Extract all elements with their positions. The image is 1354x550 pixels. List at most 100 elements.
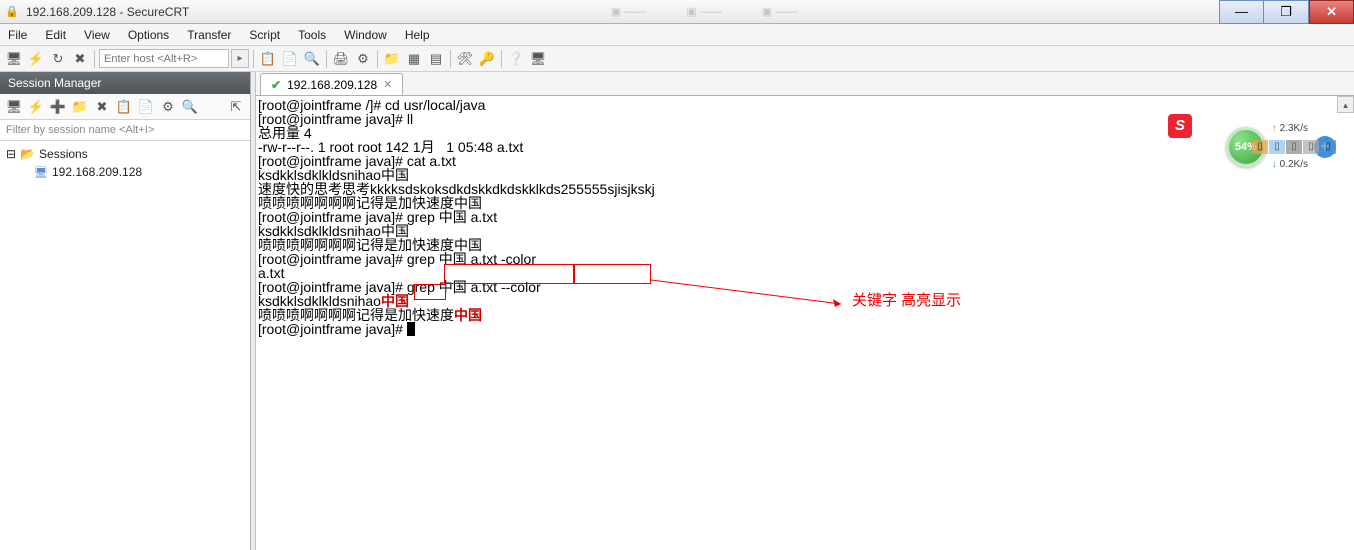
quick-connect-icon[interactable]: ⚡ <box>26 49 46 69</box>
sm-copy-icon[interactable]: 📋 <box>114 97 134 117</box>
menu-file[interactable]: File <box>8 28 27 42</box>
toolbar: 🖥 ⚡ ↻ ✖ ▸ 📋 📄 🔍 🖨 ⚙ 📁 ▦ ▤ 🛠 🔑 ❔ 🖥 <box>0 46 1354 72</box>
separator <box>377 50 378 68</box>
connect-icon[interactable]: 🖥 <box>4 49 24 69</box>
close-button[interactable]: ✕ <box>1309 0 1354 24</box>
terminal-line: 喷喷喷啊啊啊啊记得是加快速度中国 <box>258 308 1354 322</box>
sm-newfolder-icon[interactable]: 📁 <box>70 97 90 117</box>
paste-icon[interactable]: 📄 <box>280 49 300 69</box>
tab-close-icon[interactable]: ✕ <box>383 78 392 91</box>
sm-props-icon[interactable]: ⚙ <box>158 97 178 117</box>
sm-quick-icon[interactable]: ⚡ <box>26 97 46 117</box>
sm-delete-icon[interactable]: ✖ <box>92 97 112 117</box>
minimize-button[interactable]: — <box>1219 0 1264 24</box>
tray-icon[interactable]: ▯ <box>1303 140 1319 154</box>
titlebar: 🔒 192.168.209.128 - SecureCRT ▣ ——▣ ——▣ … <box>0 0 1354 24</box>
tray-icons: ▯ ▯ ▯ ▯ ▯ <box>1252 140 1336 154</box>
host-input[interactable] <box>99 49 229 68</box>
terminal-line: ksdkklsdklkldsnihao中国 <box>258 168 1354 182</box>
menu-script[interactable]: Script <box>249 28 280 42</box>
folder-icon: 📂 <box>20 147 35 161</box>
main-area: Session Manager 🖥 ⚡ ➕ 📁 ✖ 📋 📄 ⚙ 🔍 ⇱ Filt… <box>0 72 1354 550</box>
terminal-line: -rw-r--r--. 1 root root 142 1月 1 05:48 a… <box>258 140 1354 154</box>
key-icon[interactable]: 🔑 <box>477 49 497 69</box>
terminal-cursor <box>407 322 415 336</box>
scroll-up-button[interactable]: ▴ <box>1337 96 1354 113</box>
session-manager-toolbar: 🖥 ⚡ ➕ 📁 ✖ 📋 📄 ⚙ 🔍 ⇱ <box>0 94 250 120</box>
terminal-line: 喷喷喷啊啊啊啊记得是加快速度中国 <box>258 196 1354 210</box>
net-download: 0.2K/s <box>1272 159 1308 171</box>
tray-icon[interactable]: ▯ <box>1269 140 1285 154</box>
sm-new-icon[interactable]: ➕ <box>48 97 68 117</box>
sm-connect-icon[interactable]: 🖥 <box>4 97 24 117</box>
session-icon: 🖥 <box>34 166 48 179</box>
tools-icon[interactable]: 🛠 <box>455 49 475 69</box>
terminal-line: ksdkklsdklkldsnihao中国 <box>258 294 1354 308</box>
menu-transfer[interactable]: Transfer <box>187 28 231 42</box>
session-manager-title: Session Manager <box>0 72 250 94</box>
tab-active[interactable]: ✔ 192.168.209.128 ✕ <box>260 73 403 95</box>
tree-root-label: Sessions <box>39 147 88 161</box>
menu-tools[interactable]: Tools <box>298 28 326 42</box>
window-title: 192.168.209.128 - SecureCRT <box>26 5 189 19</box>
net-upload: 2.3K/s <box>1272 123 1308 135</box>
terminal-line: [root@jointframe java]# grep 中国 a.txt <box>258 210 1354 224</box>
help-icon[interactable]: ❔ <box>506 49 526 69</box>
separator <box>501 50 502 68</box>
annotation-text: 关键字 高亮显示 <box>852 294 961 308</box>
terminal-line: [root@jointframe java]# <box>258 322 1354 336</box>
terminal-output[interactable]: [root@jointframe /]# cd usr/local/java [r… <box>256 96 1354 550</box>
sm-pin-icon[interactable]: ⇱ <box>226 97 246 117</box>
terminal-line: 速度快的思考思考kkkksdskoksdkdskkdkdskklkds25555… <box>258 182 1354 196</box>
session-tree: ⊟ 📂 Sessions 🖥 192.168.209.128 <box>0 141 250 550</box>
sm-find-icon[interactable]: 🔍 <box>180 97 200 117</box>
maximize-button[interactable]: ❐ <box>1264 0 1309 24</box>
host-go-button[interactable]: ▸ <box>231 49 249 68</box>
find-icon[interactable]: 🔍 <box>302 49 322 69</box>
menu-help[interactable]: Help <box>405 28 430 42</box>
tray-icon[interactable]: ▯ <box>1320 140 1336 154</box>
window-buttons: — ❐ ✕ <box>1219 0 1354 24</box>
menu-view[interactable]: View <box>84 28 110 42</box>
menu-window[interactable]: Window <box>344 28 387 42</box>
cascade-icon[interactable]: ▤ <box>426 49 446 69</box>
separator <box>253 50 254 68</box>
about-icon[interactable]: 🖥 <box>528 49 548 69</box>
menubar: File Edit View Options Transfer Script T… <box>0 24 1354 46</box>
tab-label: 192.168.209.128 <box>287 78 377 92</box>
copy-icon[interactable]: 📋 <box>258 49 278 69</box>
sm-paste-icon[interactable]: 📄 <box>136 97 156 117</box>
menu-options[interactable]: Options <box>128 28 169 42</box>
terminal-pane: ✔ 192.168.209.128 ✕ [root@jointframe /]#… <box>256 72 1354 550</box>
sessions-icon[interactable]: 📁 <box>382 49 402 69</box>
tray-icon[interactable]: ▯ <box>1286 140 1302 154</box>
tile-icon[interactable]: ▦ <box>404 49 424 69</box>
reconnect-icon[interactable]: ↻ <box>48 49 68 69</box>
session-manager-panel: Session Manager 🖥 ⚡ ➕ 📁 ✖ 📋 📄 ⚙ 🔍 ⇱ Filt… <box>0 72 251 550</box>
app-icon: 🔒 <box>4 4 20 20</box>
properties-icon[interactable]: ⚙ <box>353 49 373 69</box>
terminal-line: ksdkklsdklkldsnihao中国 <box>258 224 1354 238</box>
terminal-line: a.txt <box>258 266 1354 280</box>
background-tabs: ▣ ——▣ ——▣ —— <box>611 5 797 18</box>
disconnect-icon[interactable]: ✖ <box>70 49 90 69</box>
tray-icon[interactable]: ▯ <box>1252 140 1268 154</box>
separator <box>94 50 95 68</box>
session-label: 192.168.209.128 <box>52 165 142 179</box>
terminal-line: [root@jointframe /]# cd usr/local/java <box>258 98 1354 112</box>
terminal-line: [root@jointframe java]# grep 中国 a.txt --… <box>258 280 1354 294</box>
separator <box>326 50 327 68</box>
terminal-line: [root@jointframe java]# cat a.txt <box>258 154 1354 168</box>
terminal-line: 喷喷喷啊啊啊啊记得是加快速度中国 <box>258 238 1354 252</box>
menu-edit[interactable]: Edit <box>45 28 66 42</box>
session-filter[interactable]: Filter by session name <Alt+I> <box>0 120 250 141</box>
print-icon[interactable]: 🖨 <box>331 49 351 69</box>
separator <box>450 50 451 68</box>
tab-strip: ✔ 192.168.209.128 ✕ <box>256 72 1354 96</box>
session-item[interactable]: 🖥 192.168.209.128 <box>6 163 244 181</box>
connected-icon: ✔ <box>271 78 281 92</box>
terminal-line: [root@jointframe java]# grep 中国 a.txt -c… <box>258 252 1354 266</box>
tree-root[interactable]: ⊟ 📂 Sessions <box>6 145 244 163</box>
collapse-icon[interactable]: ⊟ <box>6 147 16 161</box>
input-method-icon[interactable]: S <box>1168 114 1192 138</box>
